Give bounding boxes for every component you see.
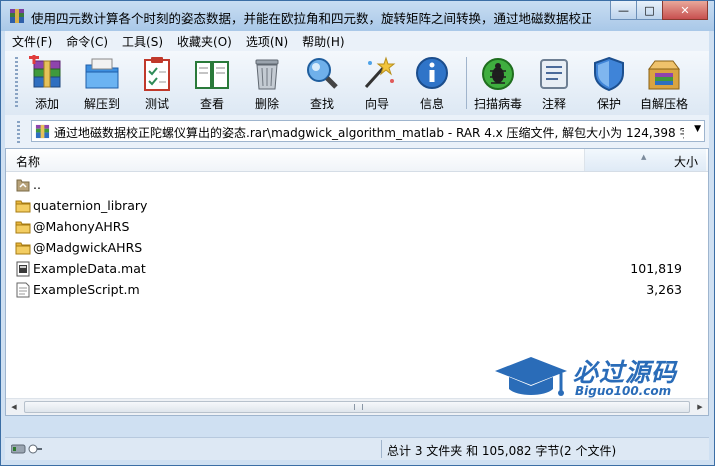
- status-divider: [381, 440, 382, 458]
- file-name: @MahonyAHRS: [33, 219, 130, 234]
- list-item[interactable]: ExampleData.mat 101,819: [6, 258, 708, 279]
- menu-help[interactable]: 帮助(H): [295, 33, 351, 50]
- path-field[interactable]: 通过地磁数据校正陀螺仪算出的姿态.rar\madgwick_algorithm_…: [31, 120, 705, 142]
- menu-bar: 文件(F) 命令(C) 工具(S) 收藏夹(O) 选项(N) 帮助(H): [5, 31, 709, 51]
- test-icon: [144, 57, 170, 91]
- protect-button[interactable]: 保护: [582, 55, 636, 113]
- menu-favorites[interactable]: 收藏夹(O): [170, 33, 239, 50]
- list-header: 名称 ▲ 大小: [6, 149, 708, 172]
- column-size-header[interactable]: ▲ 大小: [584, 149, 706, 171]
- test-button[interactable]: 测试: [130, 55, 184, 113]
- extract-to-icon: [85, 58, 119, 89]
- shield-icon: [594, 56, 624, 92]
- column-size-label: 大小: [673, 155, 698, 169]
- title-bar[interactable]: 使用四元数计算各个时刻的姿态数据，并能在欧拉角和四元数，旋转矩阵之间转换，通过地…: [1, 1, 714, 31]
- view-button[interactable]: 查看: [185, 55, 239, 113]
- folder-icon: [15, 200, 31, 213]
- window-title: 使用四元数计算各个时刻的姿态数据，并能在欧拉角和四元数，旋转矩阵之间转换，通过地…: [31, 11, 591, 26]
- extract-to-button[interactable]: 解压到: [75, 55, 129, 113]
- menu-commands[interactable]: 命令(C): [59, 33, 115, 50]
- archive-icon: [35, 124, 50, 139]
- file-name: ExampleScript.m: [33, 282, 140, 297]
- file-name: ..: [33, 177, 41, 192]
- column-name-header[interactable]: 名称: [16, 153, 40, 170]
- comment-icon: [540, 59, 568, 89]
- virus-scan-button[interactable]: 扫描病毒: [471, 55, 525, 113]
- add-button[interactable]: 添加: [20, 55, 74, 113]
- wizard-wand-icon: [364, 56, 396, 89]
- list-item[interactable]: ..: [6, 174, 708, 195]
- file-name: quaternion_library: [33, 198, 148, 213]
- scroll-left-icon[interactable]: ◀: [6, 399, 22, 414]
- trash-icon: [255, 59, 279, 90]
- status-bar: 总计 3 文件夹 和 105,082 字节(2 个文件): [5, 437, 709, 460]
- parent-folder-icon: [16, 179, 30, 192]
- watermark-url: Biguo100.com: [575, 384, 672, 398]
- list-item[interactable]: ExampleScript.m 3,263: [6, 279, 708, 300]
- address-bar: 通过地磁数据校正陀螺仪算出的姿态.rar\madgwick_algorithm_…: [5, 115, 709, 148]
- path-text: 通过地磁数据校正陀螺仪算出的姿态.rar\madgwick_algorithm_…: [54, 126, 684, 140]
- find-button[interactable]: 查找: [295, 55, 349, 113]
- info-button[interactable]: 信息: [405, 55, 459, 113]
- add-archive-icon: [29, 55, 61, 88]
- maximize-button[interactable]: □: [636, 1, 663, 20]
- file-name: @MadgwickAHRS: [33, 240, 143, 255]
- mat-file-icon: [16, 261, 30, 277]
- folder-icon: [15, 221, 31, 234]
- info-label: 信息: [419, 97, 444, 111]
- menu-options[interactable]: 选项(N): [239, 33, 295, 50]
- sfx-button[interactable]: 自解压格: [637, 55, 691, 113]
- list-item[interactable]: @MadgwickAHRS: [6, 237, 708, 258]
- drive-key-icon: [11, 444, 42, 454]
- file-name: ExampleData.mat: [33, 261, 146, 276]
- file-size: 101,819: [630, 261, 682, 276]
- sfx-box-icon: [648, 60, 680, 90]
- view-book-icon: [195, 61, 229, 89]
- folder-icon: [15, 242, 31, 255]
- watermark: 必过源码 Biguo100.com: [491, 353, 701, 405]
- magnifier-icon: [307, 58, 338, 89]
- list-item[interactable]: quaternion_library: [6, 195, 708, 216]
- minimize-button[interactable]: —: [610, 1, 637, 20]
- text-file-icon: [16, 282, 30, 298]
- file-size: 3,263: [646, 282, 682, 297]
- virus-scan-icon: [482, 58, 514, 90]
- wizard-button[interactable]: 向导: [350, 55, 404, 113]
- status-summary: 总计 3 文件夹 和 105,082 字节(2 个文件): [387, 444, 617, 458]
- info-icon: [416, 57, 448, 89]
- comment-button[interactable]: 注释: [527, 55, 581, 113]
- menu-tools[interactable]: 工具(S): [115, 33, 170, 50]
- sfx-label: 自解压格: [639, 97, 688, 111]
- delete-button[interactable]: 删除: [240, 55, 294, 113]
- address-grip[interactable]: [17, 121, 20, 143]
- close-button[interactable]: ✕: [662, 1, 708, 20]
- graduation-cap-icon: [495, 357, 567, 396]
- menu-file[interactable]: 文件(F): [5, 33, 59, 50]
- winrar-app-icon: [10, 9, 24, 23]
- chevron-down-icon[interactable]: ▼: [694, 124, 701, 134]
- toolbar: 添加 解压到 测试 查看 删除 查找 向导 信息 扫描病毒 注释 保护 自解压格: [5, 51, 709, 116]
- winrar-window: 使用四元数计算各个时刻的姿态数据，并能在欧拉角和四元数，旋转矩阵之间转换，通过地…: [0, 0, 715, 466]
- list-item[interactable]: @MahonyAHRS: [6, 216, 708, 237]
